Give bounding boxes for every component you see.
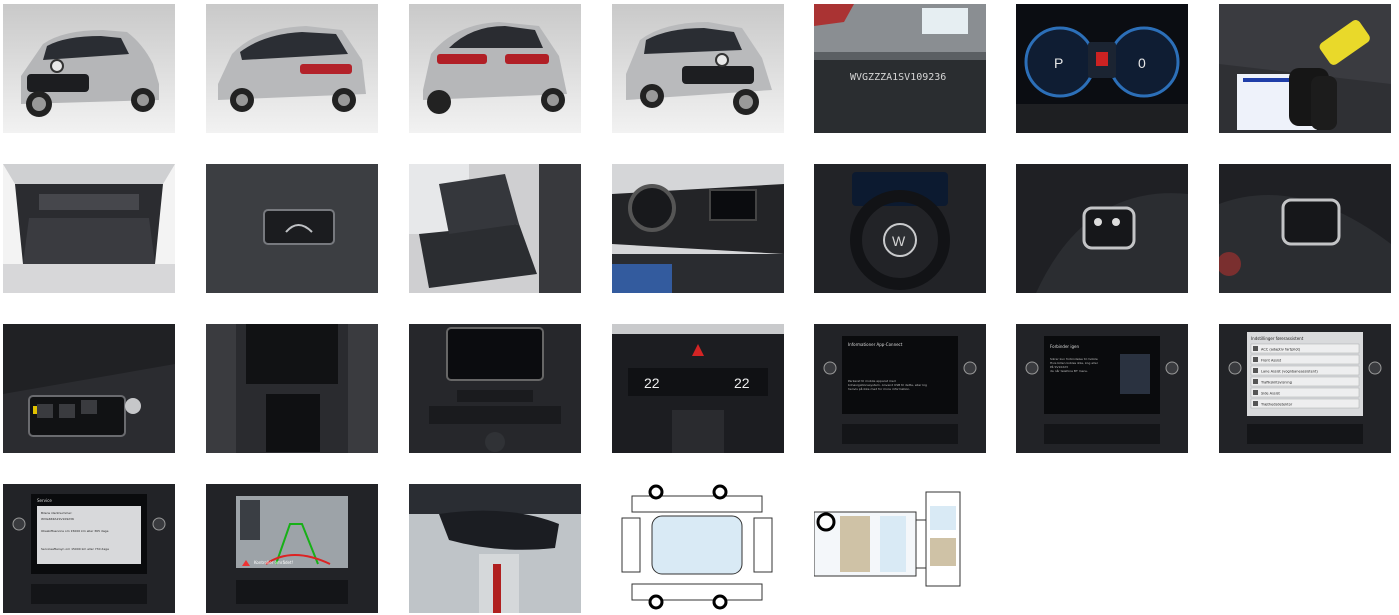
- climate-controls-image: 22 22: [612, 324, 784, 453]
- camera-warning-text: Kontroller området!: [254, 560, 293, 565]
- damage-diagram-exterior-image: [612, 484, 784, 613]
- settings-item-label: Træthedsdetektor: [1260, 403, 1293, 407]
- settings-checkbox: [1253, 346, 1258, 351]
- infotainment-app-connect-image: Informationer App-Connect Parkeret til m…: [814, 324, 986, 453]
- photo-thumbnail-11[interactable]: [612, 164, 784, 293]
- photo-thumbnail-5[interactable]: WVGZZZA1SV109236: [814, 4, 986, 133]
- instrument-cluster-image: P 0: [1016, 4, 1188, 133]
- photo-thumbnail-23[interactable]: Kontroller området!: [206, 484, 378, 613]
- photo-thumbnail-13[interactable]: [1016, 164, 1188, 293]
- rearview-mirror-image: [409, 484, 581, 613]
- service-title: Service: [37, 498, 52, 503]
- photo-thumbnail-26[interactable]: [814, 484, 986, 613]
- photo-thumbnail-25[interactable]: [612, 484, 784, 613]
- rear-camera-image: Kontroller området!: [206, 484, 378, 613]
- settings-item-label: ACC (adaptiv fartpilot): [1261, 348, 1301, 352]
- car-rear-image: [409, 4, 581, 133]
- infotainment-settings-image: Indstillinger førerassistent ACC (adapti…: [1219, 324, 1391, 453]
- photo-thumbnail-22[interactable]: Service Bilens identnummer: WVGZZZA1SV10…: [3, 484, 175, 613]
- rear-seats-image: [409, 164, 581, 293]
- pairing-title: Forbinder igen: [1050, 344, 1079, 349]
- photo-thumbnail-14[interactable]: [1219, 164, 1391, 293]
- photo-thumbnail-18[interactable]: 22 22: [612, 324, 784, 453]
- cluster-left-text: P: [1054, 55, 1063, 71]
- photo-thumbnail-2[interactable]: [206, 4, 378, 133]
- photo-thumbnail-21[interactable]: Indstillinger førerassistent ACC (adapti…: [1219, 324, 1391, 453]
- cluster-right-text: 0: [1138, 55, 1146, 71]
- app-connect-title: Informationer App-Connect: [848, 342, 903, 347]
- damage-diagram-interior-image: [814, 484, 986, 613]
- door-window-switches-image: [3, 324, 175, 453]
- center-stack-image: [409, 324, 581, 453]
- photo-thumbnail-16[interactable]: [206, 324, 378, 453]
- photo-thumbnail-10[interactable]: [409, 164, 581, 293]
- settings-checkbox: [1253, 390, 1258, 395]
- steering-wheel-image: W: [814, 164, 986, 293]
- settings-item-label: Front Assist: [1261, 359, 1282, 363]
- photo-thumbnail-1[interactable]: [3, 4, 175, 133]
- keys-image: [1219, 4, 1391, 133]
- service-line-2: WVGZZZA1SV109236: [41, 517, 74, 521]
- service-line-1: Bilens identnummer:: [41, 511, 72, 515]
- svg-text:W: W: [892, 233, 906, 249]
- photo-thumbnail-17[interactable]: [409, 324, 581, 453]
- photo-thumbnail-15[interactable]: [3, 324, 175, 453]
- temp-right-text: 22: [734, 375, 750, 391]
- service-line-3: Olieskiftservice om 15000 km eller 365 d…: [41, 529, 109, 533]
- steering-controls-right-image: [1219, 164, 1391, 293]
- steering-controls-left-image: [1016, 164, 1188, 293]
- photo-thumbnail-24[interactable]: [409, 484, 581, 613]
- photo-thumbnail-9[interactable]: [206, 164, 378, 293]
- dashboard-side-image: [612, 164, 784, 293]
- settings-item-label: Trafikskiltsvisning: [1260, 381, 1292, 385]
- settings-checkbox: [1253, 368, 1258, 373]
- photo-thumbnail-7[interactable]: [1219, 4, 1391, 133]
- car-front-right-image: [612, 4, 784, 133]
- settings-checkbox: [1253, 401, 1258, 406]
- trunk-image: [3, 164, 175, 293]
- trunk-button-image: [206, 164, 378, 293]
- car-front-image: [3, 4, 175, 133]
- photo-thumbnail-20[interactable]: Forbinder igen Sikrer kun forbindelse ti…: [1016, 324, 1188, 453]
- vin-text: WVGZZZA1SV109236: [850, 72, 946, 83]
- vin-windshield-image: WVGZZZA1SV109236: [814, 4, 986, 133]
- photo-thumbnail-6[interactable]: P 0: [1016, 4, 1188, 133]
- photo-thumbnail-12[interactable]: W: [814, 164, 986, 293]
- service-line-4: Serviceeftersyn om 15000 km eller 730 da…: [41, 547, 109, 551]
- settings-checkbox: [1253, 379, 1258, 384]
- photo-gallery: WVGZZZA1SV109236 P 0 W 22 22 Information…: [0, 0, 1399, 615]
- temp-left-text: 22: [644, 375, 660, 391]
- photo-thumbnail-4[interactable]: [612, 4, 784, 133]
- car-rear-side-image: [206, 4, 378, 133]
- photo-thumbnail-3[interactable]: [409, 4, 581, 133]
- settings-checkbox: [1253, 357, 1258, 362]
- photo-thumbnail-8[interactable]: [3, 164, 175, 293]
- settings-item-label: Lane Assist (vognbaneassistent): [1261, 370, 1318, 374]
- infotainment-service-image: Service Bilens identnummer: WVGZZZA1SV10…: [3, 484, 175, 613]
- settings-item-label: Side Assist: [1261, 392, 1281, 396]
- settings-title: Indstillinger førerassistent: [1251, 336, 1304, 341]
- center-console-image: [206, 324, 378, 453]
- photo-thumbnail-19[interactable]: Informationer App-Connect Parkeret til m…: [814, 324, 986, 453]
- infotainment-pairing-image: Forbinder igen Sikrer kun forbindelse ti…: [1016, 324, 1188, 453]
